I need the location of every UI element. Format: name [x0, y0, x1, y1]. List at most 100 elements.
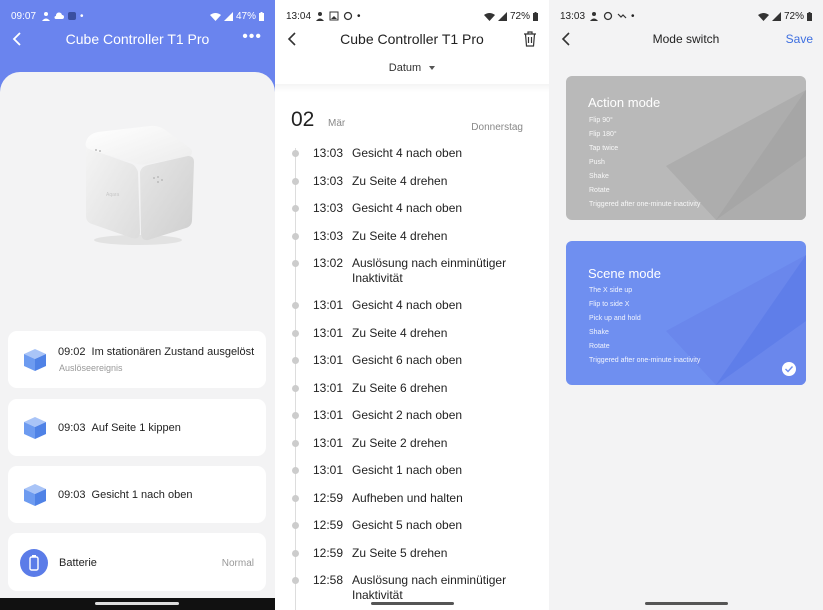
- log-time: 13:01: [313, 435, 344, 450]
- log-time: 13:01: [313, 380, 344, 395]
- timeline-dot: [292, 205, 299, 212]
- battery-label: Batterie: [59, 557, 97, 569]
- timeline-dot: [292, 260, 299, 267]
- status-bar: 09:07 • 47%: [11, 9, 264, 23]
- page-title: Cube Controller T1 Pro: [340, 31, 484, 47]
- log-time: 12:58: [313, 573, 344, 587]
- sync-icon: [603, 11, 613, 21]
- event-time: 09:02: [58, 346, 86, 358]
- timeline-dot: [292, 177, 299, 185]
- signal-icon: [771, 11, 781, 21]
- trash-icon[interactable]: [523, 31, 537, 47]
- cube-icon: [24, 484, 46, 506]
- log-time: 13:02: [313, 256, 344, 270]
- battery-card[interactable]: Batterie Normal: [8, 533, 266, 591]
- timeline-dot: [292, 232, 299, 240]
- navigation-bar: [0, 598, 275, 610]
- battery-icon: [533, 11, 538, 21]
- status-right: 72%: [757, 10, 812, 22]
- log-time: 13:03: [313, 146, 344, 160]
- home-indicator[interactable]: [645, 602, 728, 605]
- log-time: 13:01: [313, 325, 344, 340]
- date-filter-dropdown[interactable]: Datum: [275, 62, 549, 74]
- log-text: Zu Seite 6 drehen: [352, 380, 448, 395]
- action-mode-items: Flip 90° Flip 180° Tap twice Push Shake …: [589, 114, 700, 212]
- battery-percent: 47%: [235, 10, 256, 22]
- image-icon: [329, 11, 339, 21]
- dot-icon: •: [631, 10, 635, 22]
- timeline-dot: [292, 357, 299, 364]
- action-mode-card[interactable]: Action mode Flip 90° Flip 180° Tap twice…: [566, 76, 806, 220]
- timeline-dot: [292, 439, 299, 447]
- battery-percent: 72%: [783, 10, 804, 22]
- sync-icon: [343, 11, 353, 21]
- battery-status-icon: [20, 549, 48, 577]
- log-text: Gesicht 4 nach oben: [352, 201, 463, 215]
- event-text: Auf Seite 1 kippen: [91, 422, 181, 434]
- status-time: 13:03: [560, 10, 586, 22]
- log-time: 13:03: [313, 201, 344, 215]
- mode-item: Flip to side X: [589, 301, 630, 308]
- mode-switch-screen: 13:03 • 72% Mode switch Save Action mode…: [549, 0, 823, 610]
- signal-icon: [497, 11, 507, 21]
- mode-item: Push: [589, 159, 605, 166]
- mode-item: Pick up and hold: [589, 315, 641, 322]
- save-button[interactable]: Save: [786, 32, 813, 46]
- log-time: 13:01: [313, 298, 344, 312]
- caret-down-icon: [429, 66, 436, 71]
- content-sheet: Aqara 09:02 Im stationären Zustand ausge…: [0, 72, 275, 610]
- log-time: 12:59: [313, 545, 344, 560]
- user-icon: [42, 12, 51, 21]
- battery-icon: [259, 11, 264, 21]
- timeline-dot: [292, 467, 299, 474]
- log-screen: 13:04 • 72% Cube Controller T1 Pro Datum…: [275, 0, 549, 610]
- timeline-dot: [292, 577, 299, 584]
- date-weekday: Donnerstag: [471, 122, 523, 133]
- user-icon: [316, 12, 325, 21]
- log-text: Gesicht 6 nach oben: [352, 353, 463, 367]
- scene-mode-card[interactable]: Scene mode The X side up Flip to side X …: [566, 241, 806, 385]
- event-card[interactable]: 09:02 Im stationären Zustand ausgelöst A…: [8, 331, 266, 388]
- date-filter-label: Datum: [388, 62, 422, 74]
- log-time: 13:01: [313, 408, 344, 422]
- event-card[interactable]: 09:03 Gesicht 1 nach oben: [8, 466, 266, 523]
- home-indicator[interactable]: [95, 602, 179, 605]
- page-title: Mode switch: [652, 32, 720, 46]
- timeline-line: [295, 148, 296, 610]
- log-time: 13:01: [313, 463, 344, 477]
- scene-mode-title: Scene mode: [588, 266, 661, 281]
- mode-item: Rotate: [589, 343, 610, 350]
- dot-icon: •: [357, 10, 361, 22]
- log-text: Zu Seite 5 drehen: [352, 545, 448, 560]
- divider: [275, 84, 549, 92]
- app-bar: Cube Controller T1 Pro: [275, 26, 549, 52]
- missed-call-icon: [617, 13, 627, 19]
- mode-item: Shake: [589, 329, 609, 336]
- log-time: 13:03: [313, 228, 344, 243]
- timeline-dot: [292, 494, 299, 502]
- event-time: 09:03: [58, 489, 86, 501]
- cube-icon: [24, 349, 46, 371]
- more-options-icon[interactable]: •••: [242, 29, 262, 45]
- event-text: Im stationären Zustand ausgelöst: [91, 346, 255, 358]
- mode-item: The X side up: [589, 287, 633, 294]
- event-card[interactable]: 09:03 Auf Seite 1 kippen: [8, 399, 266, 456]
- timeline-dot: [292, 384, 299, 392]
- log-text: Zu Seite 2 drehen: [352, 435, 448, 450]
- status-time: 13:04: [286, 10, 312, 22]
- signal-icon: [223, 11, 233, 21]
- log-time: 13:01: [313, 353, 344, 367]
- dot-icon: •: [80, 10, 84, 22]
- notification-icons: •: [41, 11, 84, 22]
- log-text: Gesicht 5 nach oben: [352, 518, 463, 532]
- app-bar: Cube Controller T1 Pro •••: [0, 26, 275, 52]
- log-text: Aufheben und halten: [352, 490, 463, 505]
- app-icon: [68, 12, 77, 20]
- log-text: Gesicht 4 nach oben: [352, 298, 463, 312]
- battery-percent: 72%: [509, 10, 530, 22]
- cube-device-image: Aqara: [78, 120, 198, 248]
- home-indicator[interactable]: [371, 602, 454, 605]
- mode-item: Rotate: [589, 187, 610, 194]
- log-text: Auslösung nach einminütiger Inaktivität: [352, 573, 507, 602]
- device-screen: 09:07 • 47% Cube Controller T1 Pro ••• A…: [0, 0, 275, 610]
